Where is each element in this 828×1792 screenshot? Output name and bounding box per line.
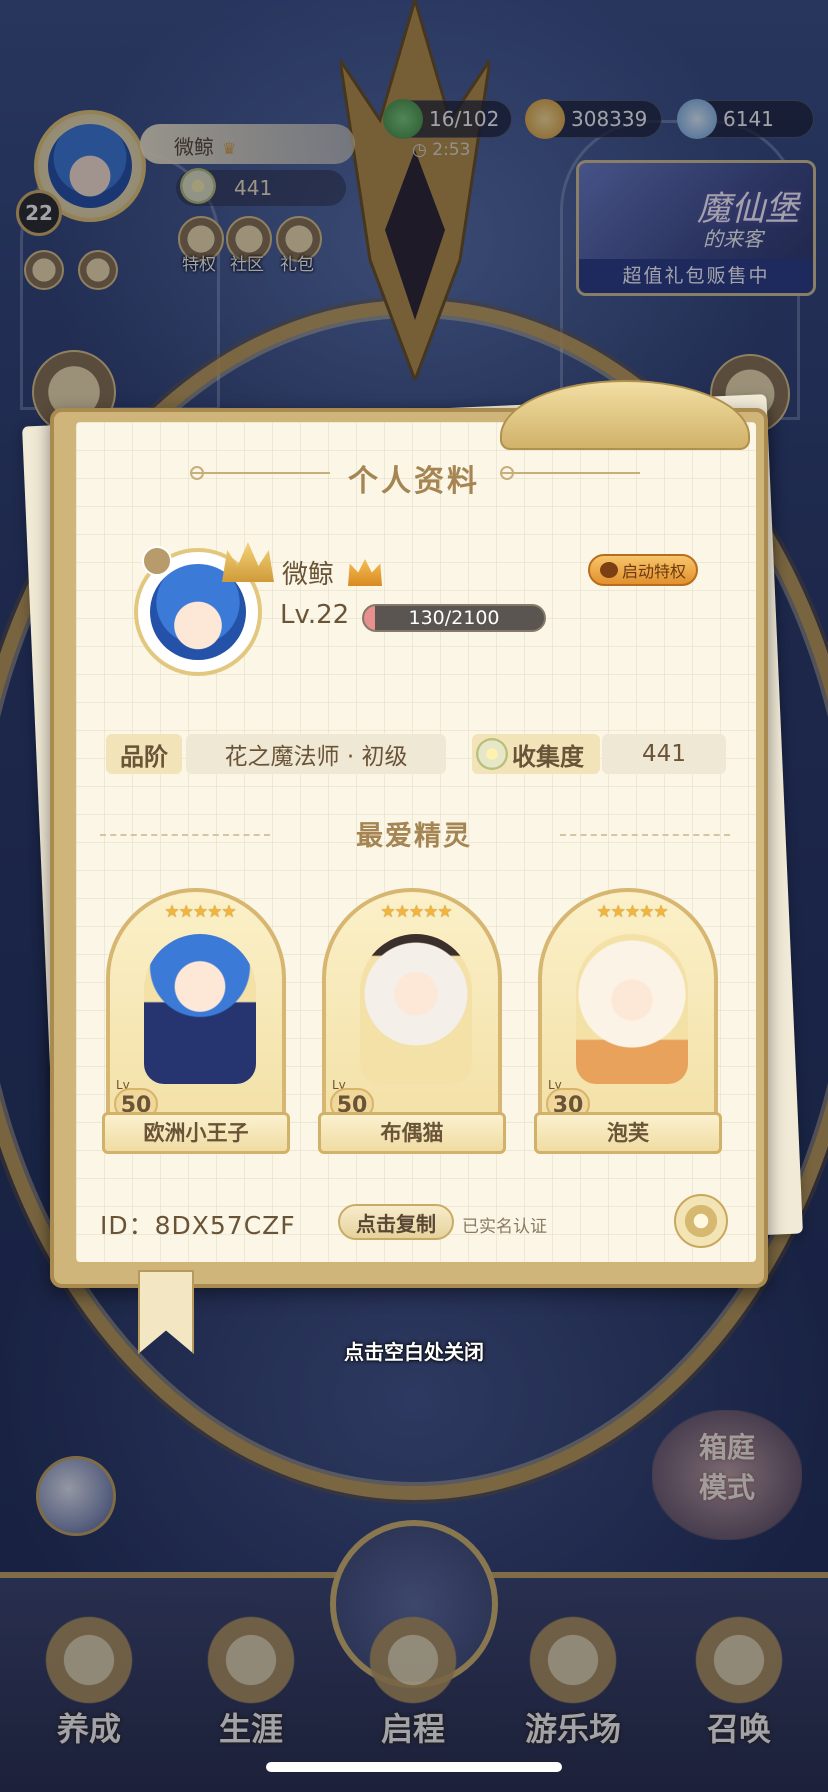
player-id: ID：8DX57CZF — [100, 1211, 296, 1240]
favorite-card-ragdoll[interactable]: ★★★★★ Lv 50 布偶猫 — [318, 888, 506, 1154]
exp-text: 130/2100 — [408, 607, 500, 629]
activate-privilege-button[interactable]: 启动特权 — [588, 554, 698, 586]
collection-value-box: 441 — [602, 734, 726, 774]
collection-label: 收集度 — [512, 742, 584, 771]
puff-portrait — [576, 934, 688, 1084]
activate-privilege-label: 启动特权 — [621, 562, 686, 581]
rarity-stars: ★★★★★ — [596, 902, 668, 922]
card-frame: ★★★★★ Lv 50 — [322, 888, 502, 1120]
profile-level: Lv.22 — [280, 600, 350, 630]
card-name: 泡芙 — [534, 1112, 722, 1154]
flower-icon — [476, 738, 508, 770]
card-frame: ★★★★★ Lv 50 — [106, 888, 286, 1120]
favorite-card-prince[interactable]: ★★★★★ Lv 50 欧洲小王子 — [102, 888, 290, 1154]
verified-status: 已实名认证 — [462, 1217, 547, 1237]
profile-avatar[interactable] — [134, 542, 274, 676]
profile-name: 微鲸 — [282, 560, 335, 590]
exp-progress-bar: 130/2100 — [362, 604, 546, 632]
collection-label-box: 收集度 — [472, 734, 600, 774]
rarity-stars: ★★★★★ — [164, 902, 236, 922]
copy-id-button[interactable]: 点击复制 — [338, 1204, 454, 1240]
card-name: 欧洲小王子 — [102, 1112, 290, 1154]
exp-fill — [364, 606, 376, 630]
title-flourish-left — [190, 466, 330, 480]
favorites-title: 最爱精灵 — [356, 821, 472, 852]
profile-title: 个人资料 — [348, 464, 480, 499]
rank-label: 品阶 — [106, 734, 182, 774]
gear-icon[interactable] — [674, 1194, 728, 1248]
title-flourish-right — [500, 466, 640, 480]
close-hint: 点击空白处关闭 — [344, 1340, 484, 1364]
rank-value: 花之魔法师 · 初级 — [186, 734, 446, 774]
rarity-stars: ★★★★★ — [380, 902, 452, 922]
card-name: 布偶猫 — [318, 1112, 506, 1154]
prince-portrait — [144, 934, 256, 1084]
ragdoll-cat-portrait — [360, 934, 472, 1084]
card-frame: ★★★★★ Lv 30 — [538, 888, 718, 1120]
home-indicator[interactable] — [266, 1762, 562, 1772]
favorite-card-puff[interactable]: ★★★★★ Lv 30 泡芙 — [534, 888, 722, 1154]
wechat-icon — [599, 562, 618, 578]
ribbon-icon — [142, 546, 172, 576]
